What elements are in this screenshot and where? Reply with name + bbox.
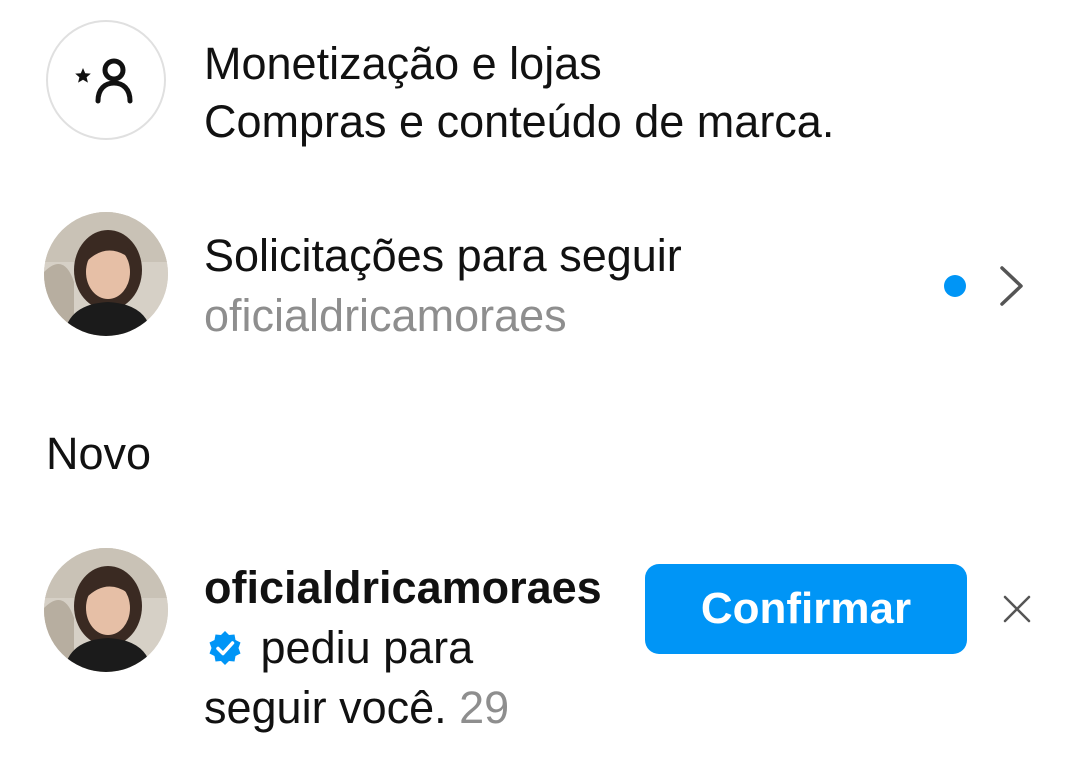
person-star-icon — [75, 58, 133, 104]
activity-page: Monetização e lojas Compras e conteúdo d… — [0, 0, 1080, 768]
notification-message: pediu para seguir você. — [204, 622, 474, 733]
monetization-row[interactable]: Monetização e lojas Compras e conteúdo d… — [0, 18, 1080, 147]
notification-username[interactable]: oficialdricamoraes — [204, 562, 602, 613]
monetization-title: Monetização e lojas — [204, 38, 602, 89]
unread-indicator — [944, 275, 966, 297]
avatar-portrait — [44, 212, 168, 336]
avatar — [44, 212, 168, 336]
avatar-portrait — [44, 548, 168, 672]
close-icon[interactable] — [1002, 594, 1032, 624]
follow-requests-title: Solicitações para seguir — [204, 230, 682, 281]
notification-text: oficialdricamoraes pediu para seguir voc… — [204, 558, 604, 738]
follow-requests-username: oficialdricamoraes — [204, 290, 567, 341]
follow-request-notification[interactable]: oficialdricamoraes pediu para seguir voc… — [0, 548, 1080, 768]
chevron-right-icon — [1000, 266, 1023, 306]
section-header-new: Novo — [46, 428, 152, 479]
verified-badge-icon — [209, 631, 241, 665]
monetization-icon-circle — [46, 20, 166, 140]
follow-requests-row[interactable]: Solicitações para seguir oficialdricamor… — [0, 210, 1080, 341]
avatar[interactable] — [44, 548, 168, 672]
notification-timestamp: 29 — [459, 682, 510, 733]
confirm-button[interactable]: Confirmar — [645, 564, 967, 654]
monetization-subtitle: Compras e conteúdo de marca. — [204, 96, 835, 147]
